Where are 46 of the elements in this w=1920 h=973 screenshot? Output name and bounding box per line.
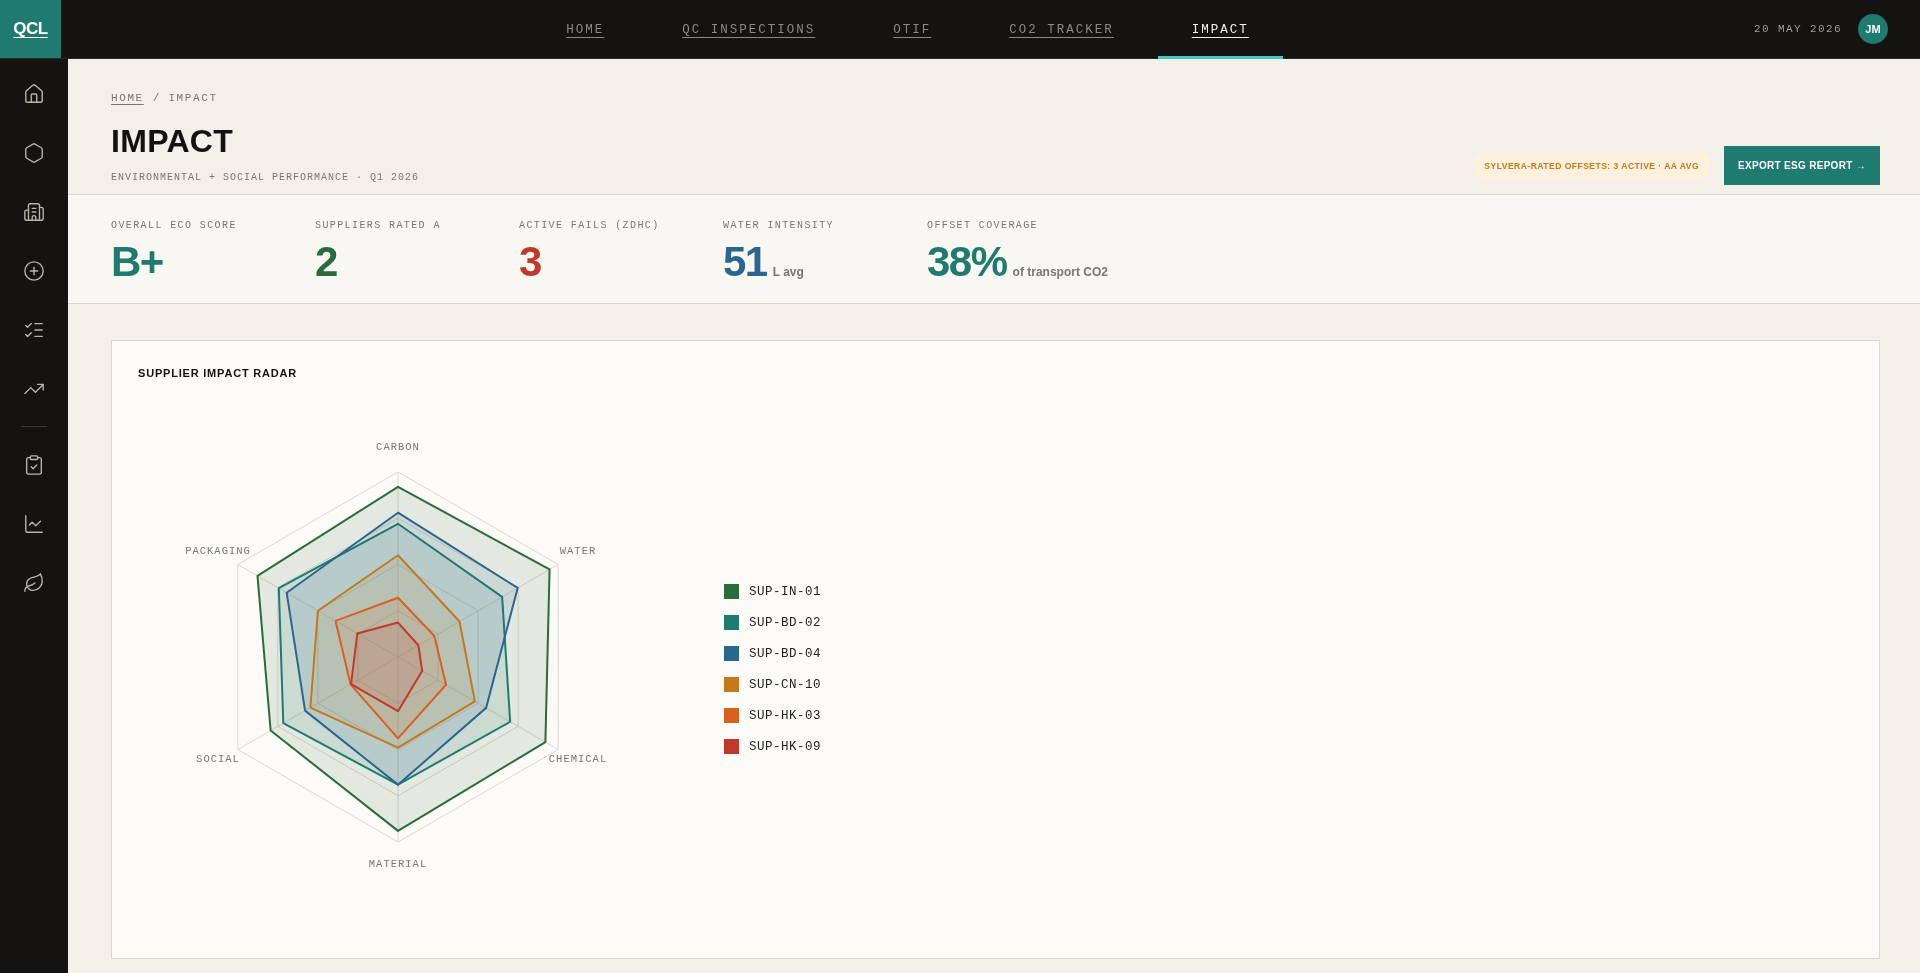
legend-label: SUP-BD-02 [749,614,821,631]
legend-label: SUP-CN-10 [749,676,821,693]
kpi-value: B+ [111,238,163,286]
leaf-icon[interactable] [23,571,45,594]
export-button[interactable]: EXPORT ESG REPORT → [1724,146,1880,185]
kpi-unit: of transport CO2 [1012,265,1108,279]
kpi-unit: L avg [772,265,804,279]
page-subtitle: ENVIRONMENTAL + SOCIAL PERFORMANCE · Q1 2026 [111,171,420,185]
clipboard-check-icon[interactable] [23,453,45,476]
plus-circle-icon[interactable] [23,259,45,282]
card-title: SUPPLIER IMPACT RADAR [138,366,297,380]
axis-label: CHEMICAL [548,752,608,765]
date-text: 20 MAY 2026 [1754,23,1842,35]
line-chart-icon[interactable] [23,512,45,535]
user-avatar[interactable]: JM [1858,14,1888,44]
kpi-value: 2 [315,238,337,286]
offsets-badge: SYLVERA-RATED OFFSETS: 3 ACTIVE · AA AVG [1472,151,1712,180]
building-icon[interactable] [23,200,45,223]
logo[interactable]: QCL [0,0,61,58]
axis-label: SOCIAL [196,752,240,765]
nav-tab[interactable]: CO2 TRACKER [975,0,1148,59]
breadcrumb-separator: / [152,92,160,104]
breadcrumb-link[interactable]: HOME [111,92,144,104]
legend-label: SUP-HK-09 [749,738,821,755]
kpi-value: 3 [519,238,541,286]
legend-label: SUP-HK-03 [749,707,821,724]
hexagon-icon[interactable] [23,141,45,164]
axis-label: CARBON [376,440,420,453]
axis-label: MATERIAL [368,857,428,870]
axis-label: PACKAGING [185,544,251,557]
legend-label: SUP-BD-04 [749,645,821,662]
kpi-label: SUPPLIERS RATED A [315,220,441,232]
kpi-label: WATER INTENSITY [723,220,834,232]
nav-tab[interactable]: OTIF [859,0,966,59]
breadcrumb-current: IMPACT [168,92,218,104]
axis-label: WATER [559,544,597,557]
kpi-value: 38% [927,238,1007,286]
kpi-label: OFFSET COVERAGE [927,220,1038,232]
kpi-label: ACTIVE FAILS (ZDHC) [519,220,660,232]
home-icon[interactable] [23,82,45,105]
kpi-label: OVERALL ECO SCORE [111,220,237,232]
legend-label: SUP-IN-01 [749,583,821,600]
nav-tab[interactable]: QC INSPECTIONS [648,0,850,59]
nav-tab[interactable]: HOME [532,0,639,59]
page-title: IMPACT [111,122,234,161]
kpi-value: 51 [723,238,767,286]
